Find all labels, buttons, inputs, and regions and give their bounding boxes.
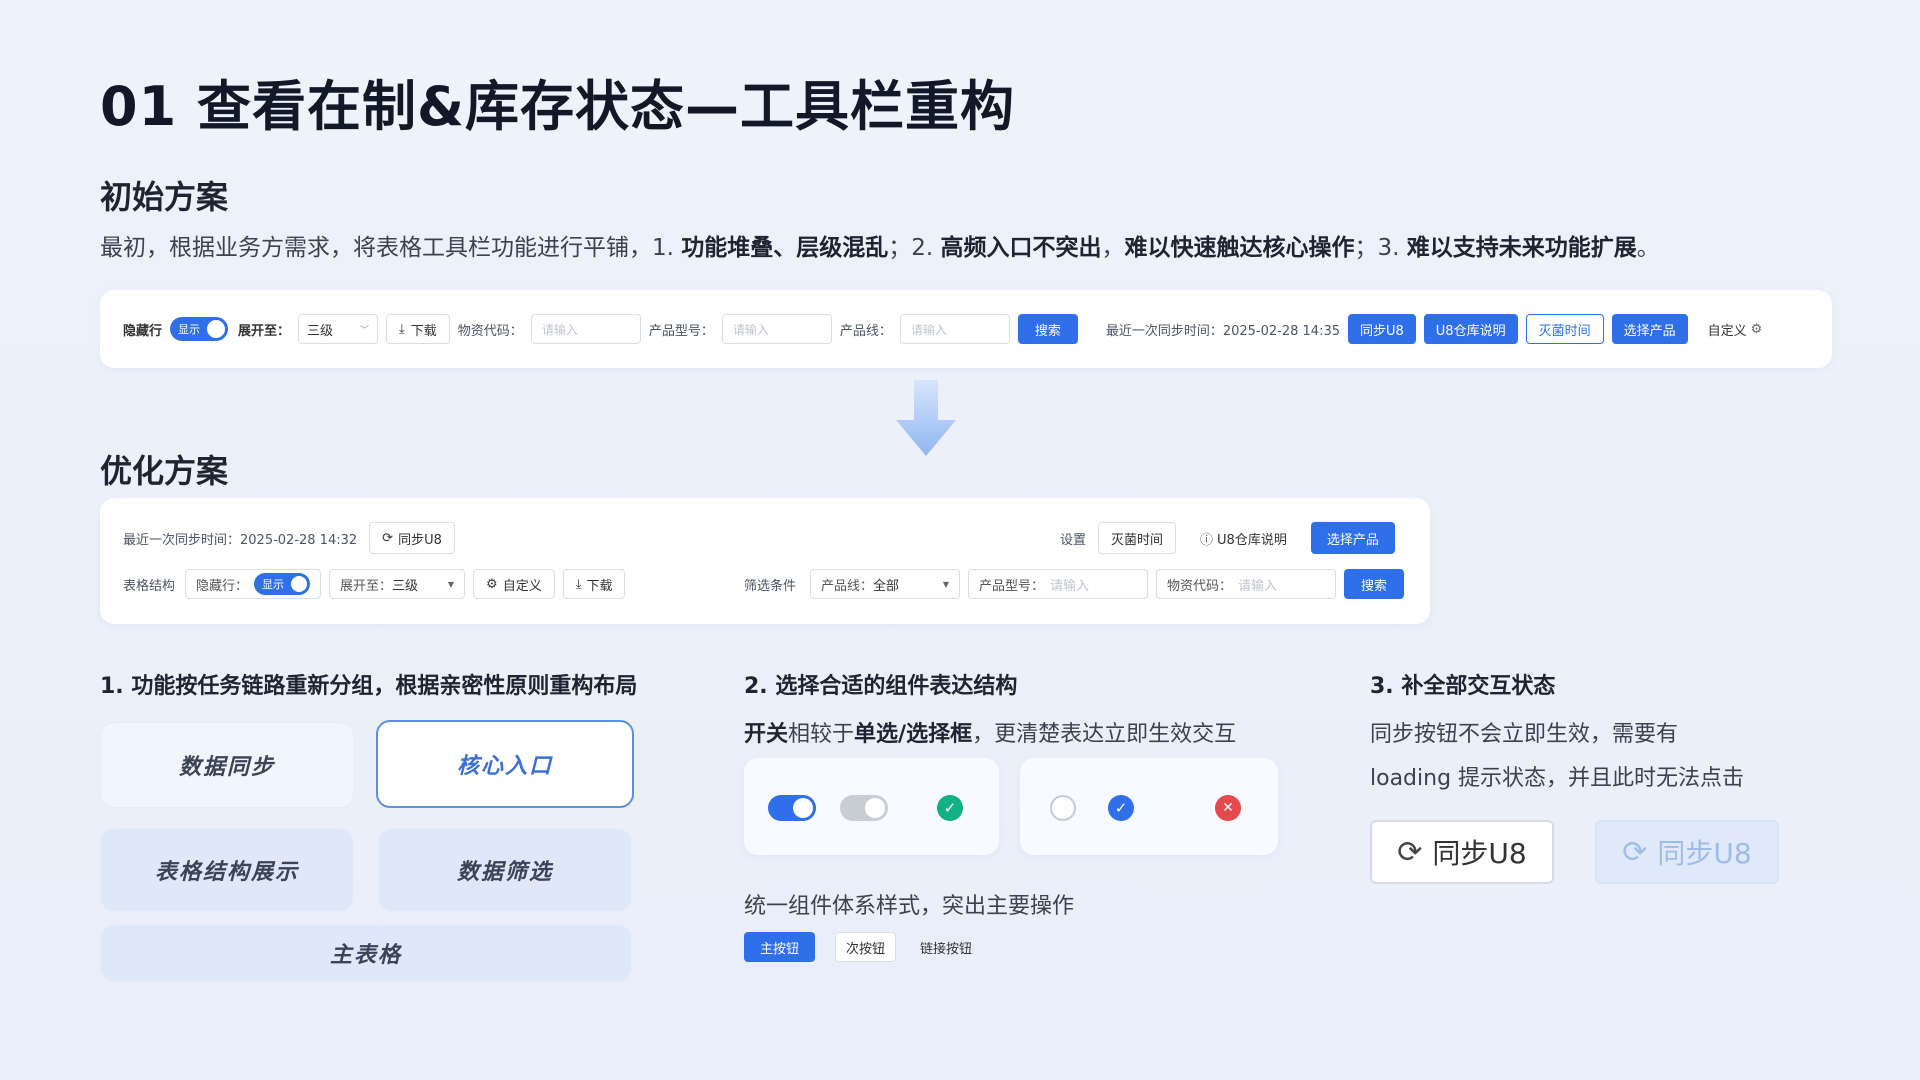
expand-select[interactable]: 展开至：三级 ▼	[329, 569, 466, 599]
point2-heading: 2. 选择合适的组件表达结构	[744, 674, 1018, 699]
point2-subtext: 开关相较于单选/选择框，更清楚表达立即生效交互	[744, 722, 1237, 747]
product-model-label: 产品型号：	[648, 323, 714, 339]
caret-down-icon: ▼	[447, 579, 455, 589]
initial-heading: 初始方案	[100, 178, 229, 216]
product-line-label: 产品线：	[839, 323, 892, 339]
secondary-button[interactable]: 次按钮	[835, 932, 897, 962]
download-icon: ⤓	[399, 321, 405, 337]
block-data-filter: 数据筛选	[378, 828, 632, 912]
u8-desc-button[interactable]: U8仓库说明	[1423, 314, 1518, 344]
refresh-icon: ⟳	[1397, 834, 1423, 870]
select-product-button[interactable]: 选择产品	[1310, 522, 1395, 554]
u8-desc-link[interactable]: ⓘ U8仓库说明	[1188, 523, 1299, 553]
product-line-select[interactable]: 产品线：全部 ▼	[810, 569, 961, 599]
download-button[interactable]: ⤓ 下载	[386, 314, 450, 344]
search-button[interactable]: 搜索	[1017, 314, 1078, 344]
select-product-button[interactable]: 选择产品	[1611, 314, 1688, 344]
primary-button[interactable]: 主按钮	[744, 932, 816, 962]
hide-rows-label: 隐藏行	[123, 323, 163, 339]
last-sync-text: 最近一次同步时间：2025-02-28 14:35	[1105, 323, 1340, 339]
info-icon: ⓘ	[1200, 532, 1214, 548]
material-code-input[interactable]: 请输入	[530, 314, 641, 344]
optimized-toolbar-row2-left: 表格结构 隐藏行： 显示 展开至：三级 ▼ ⚙ 自定义 ⤓ 下载	[123, 569, 626, 599]
unify-text: 统一组件体系样式，突出主要操作	[744, 894, 1075, 919]
optimized-toolbar-row2-right: 筛选条件 产品线：全部 ▼ 产品型号： 请输入 物资代码： 请输入 搜索	[744, 569, 1405, 599]
sync-u8-button-normal[interactable]: ⟳ 同步U8	[1370, 820, 1554, 884]
sync-u8-button[interactable]: 同步U8	[1348, 314, 1416, 344]
download-icon: ⤓	[575, 576, 582, 592]
switch-off[interactable]	[840, 795, 888, 821]
link-button[interactable]: 链接按钮	[916, 932, 976, 962]
material-code-input[interactable]: 物资代码： 请输入	[1156, 569, 1337, 599]
point3-line1: 同步按钮不会立即生效，需要有	[1370, 722, 1679, 747]
settings-label: 设置	[1060, 532, 1087, 548]
button-demo-row: 主按钮 次按钮 链接按钮	[744, 932, 976, 962]
optimized-toolbar-row1-right: 设置 灭菌时间 ⓘ U8仓库说明 选择产品	[1060, 522, 1395, 554]
optimized-heading: 优化方案	[100, 452, 229, 490]
optimized-toolbar-row1-left: 最近一次同步时间：2025-02-28 14:32 ⟳ 同步U8	[123, 522, 455, 554]
sterilize-time-button[interactable]: 灭菌时间	[1525, 314, 1604, 344]
custom-button[interactable]: 自定义 ⚙	[1696, 314, 1775, 344]
point3-line2: loading 提示状态，并且此时无法点击	[1370, 766, 1745, 791]
gear-icon: ⚙	[486, 576, 498, 592]
sync-u8-button-loading: ⟳ 同步U8	[1595, 820, 1779, 884]
product-model-input[interactable]: 产品型号： 请输入	[968, 569, 1149, 599]
hide-rows-toggle[interactable]: 显示	[254, 573, 311, 595]
block-table-display: 表格结构展示	[100, 828, 354, 912]
expand-select[interactable]: 三级 ﹀	[298, 314, 379, 344]
page-title: 01 查看在制&库存状态—工具栏重构	[100, 75, 1016, 138]
switch-on[interactable]	[768, 795, 816, 821]
last-sync-text: 最近一次同步时间：2025-02-28 14:32	[123, 532, 358, 548]
point3-heading: 3. 补全部交互状态	[1370, 674, 1556, 699]
expand-label: 展开至：	[238, 323, 291, 339]
arrow-down-icon	[896, 380, 956, 456]
caret-down-icon: ▼	[942, 579, 950, 589]
search-button[interactable]: 搜索	[1344, 569, 1405, 599]
product-line-input[interactable]: 请输入	[899, 314, 1010, 344]
filter-label: 筛选条件	[744, 578, 797, 594]
radio-unchecked[interactable]	[1050, 795, 1076, 821]
loading-icon: ⟳	[1622, 834, 1648, 870]
gear-icon: ⚙	[1750, 321, 1763, 337]
download-button[interactable]: ⤓ 下载	[562, 569, 626, 599]
close-circle-icon: ✕	[1215, 795, 1241, 821]
material-code-label: 物资代码：	[457, 323, 523, 339]
block-main-table: 主表格	[100, 924, 632, 982]
block-data-sync: 数据同步	[100, 722, 354, 808]
sterilize-time-button[interactable]: 灭菌时间	[1098, 522, 1177, 554]
block-core-entry: 核心入口	[376, 720, 634, 808]
initial-description: 最初，根据业务方需求，将表格工具栏功能进行平铺，1. 功能堆叠、层级混乱；2. …	[100, 235, 1660, 261]
product-model-input[interactable]: 请输入	[721, 314, 832, 344]
table-structure-label: 表格结构	[123, 578, 176, 594]
point1-heading: 1. 功能按任务链路重新分组，根据亲密性原则重构布局	[100, 674, 638, 699]
custom-button[interactable]: ⚙ 自定义	[473, 569, 555, 599]
check-circle-icon: ✓	[937, 795, 963, 821]
refresh-icon: ⟳	[382, 530, 394, 546]
radio-checked[interactable]: ✓	[1108, 795, 1134, 821]
sync-u8-button[interactable]: ⟳ 同步U8	[369, 522, 455, 554]
hide-rows-field: 隐藏行： 显示	[185, 569, 322, 599]
initial-toolbar: 隐藏行 显示 展开至： 三级 ﹀ ⤓ 下载 物资代码： 请输入 产品型号： 请输入 …	[123, 314, 1774, 344]
chevron-down-icon: ﹀	[360, 325, 370, 336]
optimized-toolbar-card	[100, 498, 1430, 624]
hide-rows-toggle[interactable]: 显示	[170, 317, 229, 341]
